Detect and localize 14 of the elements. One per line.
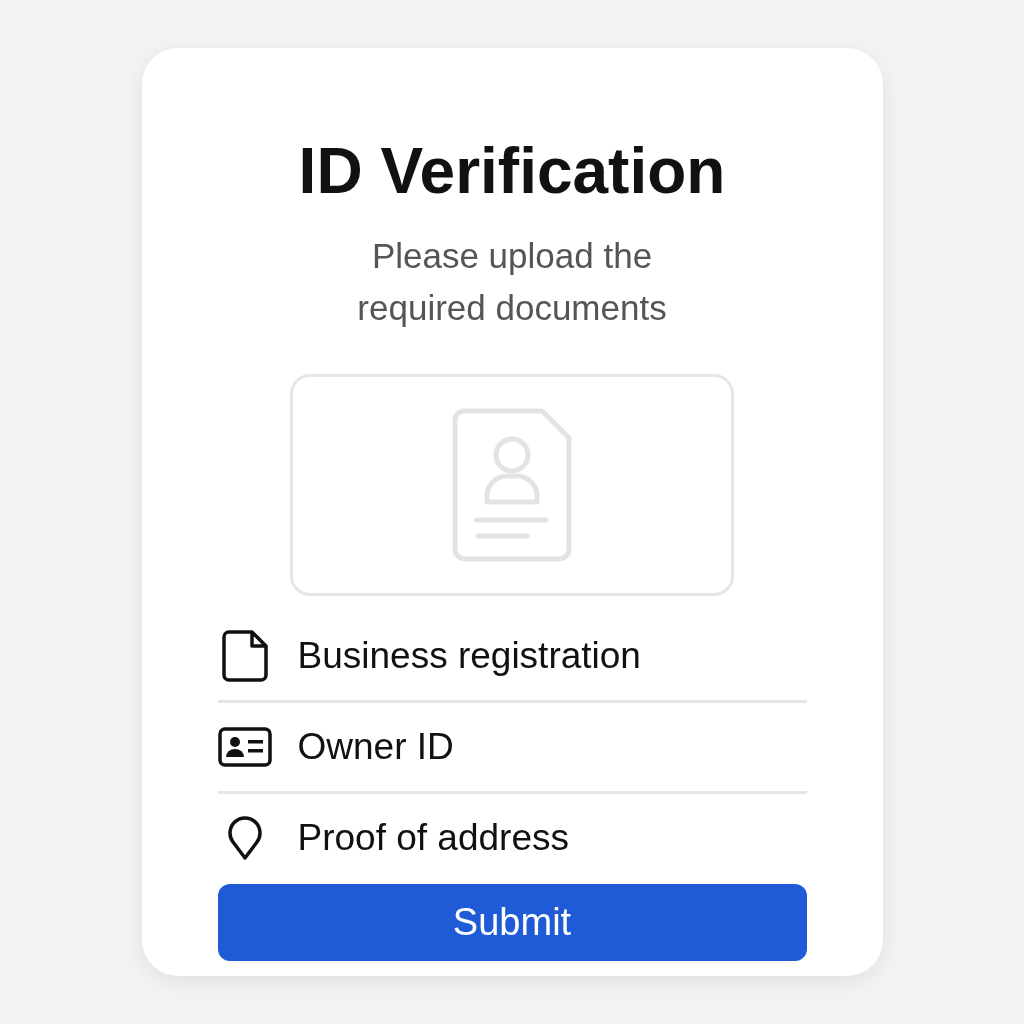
upload-area[interactable] [290, 374, 734, 596]
document-item[interactable]: Business registration [217, 612, 807, 700]
document-label: Owner ID [297, 726, 454, 768]
submit-button[interactable]: Submit [217, 884, 807, 961]
instruction-text: Please upload the required documents [356, 235, 668, 329]
document-item[interactable]: Proof of address [217, 794, 807, 882]
document-item[interactable]: Owner ID [217, 703, 807, 791]
location-pin-icon [226, 815, 263, 861]
page-title: ID Verification [298, 134, 726, 209]
document-icon [221, 630, 268, 682]
id-document-icon [452, 408, 572, 562]
document-label: Business registration [297, 635, 641, 677]
document-label: Proof of address [297, 817, 569, 859]
id-card-icon [217, 727, 272, 767]
